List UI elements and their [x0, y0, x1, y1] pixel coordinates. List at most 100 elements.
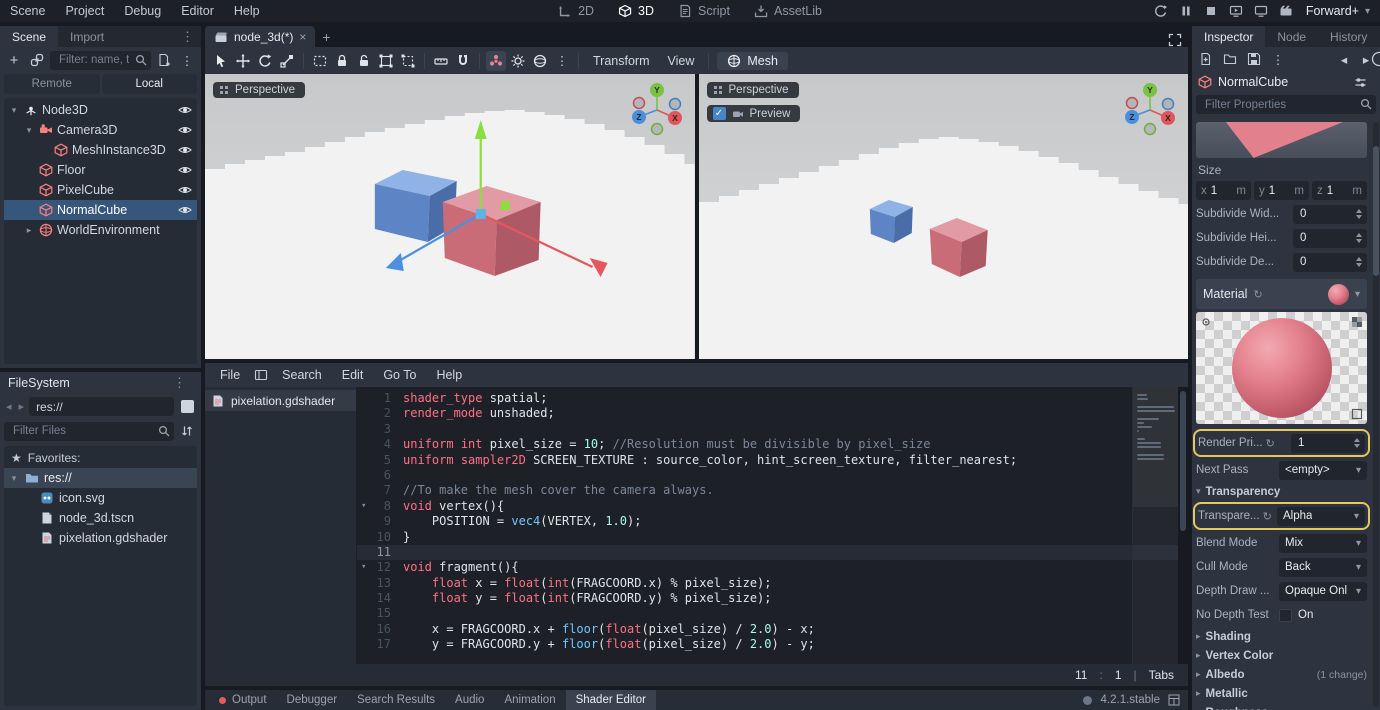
- tab-scene[interactable]: Scene: [0, 26, 59, 47]
- move-tool-icon[interactable]: [233, 51, 253, 71]
- bottom-tab-animation[interactable]: Animation: [494, 690, 565, 710]
- revert-icon[interactable]: ↻: [1253, 288, 1262, 301]
- blend-mode-dropdown[interactable]: Mix ▾: [1279, 533, 1367, 553]
- viewport-right[interactable]: Perspective ✓ Preview Y X Z: [698, 74, 1188, 359]
- file-item-pixelation-gdshader[interactable]: pixelation.gdshader: [4, 528, 197, 548]
- rotate-tool-icon[interactable]: [255, 51, 275, 71]
- selection-gizmo-icon[interactable]: [486, 50, 506, 71]
- scene-tree-options-icon[interactable]: ⋮: [177, 50, 197, 70]
- indent-mode[interactable]: Tabs: [1149, 668, 1174, 682]
- bottom-tab-shader-editor[interactable]: Shader Editor: [565, 690, 656, 710]
- code-line-10[interactable]: 10}: [357, 530, 1188, 545]
- depth-draw-dropdown[interactable]: Opaque Onl ▾: [1279, 581, 1367, 601]
- code-line-3[interactable]: 3: [357, 422, 1188, 437]
- path-breadcrumb[interactable]: res://: [29, 397, 174, 416]
- preview-quad-icon[interactable]: [1351, 408, 1363, 420]
- workspace-script-button[interactable]: Script: [667, 0, 741, 22]
- preview-light-icon[interactable]: [1200, 316, 1212, 328]
- code-scrollbar[interactable]: [1178, 387, 1188, 664]
- tab-inspector[interactable]: Inspector: [1192, 26, 1266, 47]
- ungroup-icon[interactable]: [398, 51, 418, 71]
- revert-icon[interactable]: ↻: [1263, 510, 1272, 523]
- menu-scene[interactable]: Scene: [0, 0, 55, 22]
- tab-history[interactable]: History: [1318, 26, 1379, 47]
- remote-button[interactable]: Remote: [4, 74, 100, 94]
- reload-icon[interactable]: [1152, 3, 1170, 19]
- code-line-5[interactable]: 5 uniform sampler2D SCREEN_TEXTURE : sour…: [357, 453, 1188, 468]
- code-line-13[interactable]: 13 float x = float(int(FRAGCOORD.x) % pi…: [357, 576, 1188, 591]
- shader-search-menu[interactable]: Search: [273, 363, 331, 387]
- viewport-left[interactable]: Perspective Y X Z: [205, 74, 695, 359]
- expander-down-icon[interactable]: ▾: [8, 473, 20, 484]
- group-icon[interactable]: [376, 51, 396, 71]
- tree-item-camera3d[interactable]: ▾ Camera3D: [4, 120, 197, 140]
- snap-magnet-icon[interactable]: [453, 51, 473, 71]
- bottom-tab-search-results[interactable]: Search Results: [347, 690, 445, 710]
- workspace-3d-button[interactable]: 3D: [607, 0, 665, 22]
- code-line-2[interactable]: 2 render_mode unshaded;: [357, 406, 1188, 421]
- code-line-11[interactable]: 11: [357, 544, 1188, 561]
- file-item-node-3d-tscn[interactable]: node_3d.tscn: [4, 508, 197, 528]
- local-button[interactable]: Local: [101, 74, 197, 94]
- code-line-15[interactable]: 15: [357, 606, 1188, 621]
- visibility-eye-icon[interactable]: [178, 123, 192, 137]
- size-x-field[interactable]: x 1 m: [1196, 181, 1251, 200]
- bottom-tab-audio[interactable]: Audio: [445, 690, 494, 710]
- expander-down-icon[interactable]: ▾: [23, 125, 35, 136]
- unlock-icon[interactable]: [354, 51, 374, 71]
- nav-back-icon[interactable]: ◂: [4, 400, 14, 413]
- section-roughness[interactable]: ▸Roughness: [1196, 704, 1367, 710]
- view-menu[interactable]: View: [660, 54, 703, 68]
- dock-layout-icon[interactable]: [1168, 694, 1180, 706]
- dock-options-icon[interactable]: ⋮: [174, 26, 201, 47]
- transpare-dropdown[interactable]: Alpha ▾: [1277, 506, 1365, 526]
- movie-maker-icon[interactable]: [1277, 3, 1295, 19]
- history-back-icon[interactable]: ◂: [1334, 49, 1354, 69]
- pause-icon[interactable]: [1177, 3, 1195, 19]
- scale-tool-icon[interactable]: [277, 51, 297, 71]
- subdivide-de-spinner[interactable]: 0: [1293, 252, 1367, 272]
- expander-down-icon[interactable]: ▾: [8, 105, 20, 116]
- expander-right-icon[interactable]: ▸: [23, 225, 35, 236]
- menu-project[interactable]: Project: [55, 0, 114, 22]
- nav-forward-icon[interactable]: ▸: [17, 400, 27, 413]
- next-pass-dropdown[interactable]: <empty> ▾: [1279, 460, 1367, 480]
- tree-item-normalcube[interactable]: NormalCube: [4, 200, 197, 220]
- viewport-extra-options-icon[interactable]: ⋮: [552, 51, 572, 71]
- lock-icon[interactable]: [332, 51, 352, 71]
- spinner-arrows-icon[interactable]: [1356, 257, 1362, 267]
- stop-icon[interactable]: [1202, 3, 1220, 19]
- preview-checkbox[interactable]: ✓: [712, 107, 726, 120]
- rect-select-tool-icon[interactable]: [310, 51, 330, 71]
- cull-mode-dropdown[interactable]: Back ▾: [1279, 557, 1367, 577]
- axis-gizmo[interactable]: Y X Z: [1122, 80, 1178, 136]
- bottom-tab-output[interactable]: Output: [209, 690, 277, 710]
- workspace-assetlib-button[interactable]: AssetLib: [743, 0, 833, 22]
- ruler-icon[interactable]: [431, 51, 451, 71]
- menu-debug[interactable]: Debug: [114, 0, 171, 22]
- spinner-arrows-icon[interactable]: [1356, 233, 1362, 243]
- menu-editor[interactable]: Editor: [171, 0, 224, 22]
- close-icon[interactable]: ×: [299, 30, 306, 44]
- shader-edit-menu[interactable]: Edit: [333, 363, 373, 387]
- play-remote-icon[interactable]: [1227, 3, 1245, 19]
- shader-goto-menu[interactable]: Go To: [374, 363, 425, 387]
- filesystem-options-icon[interactable]: ⋮: [166, 375, 193, 391]
- spinner-arrows-icon[interactable]: [1356, 209, 1362, 219]
- attach-script-icon[interactable]: [154, 50, 174, 70]
- section-transparency[interactable]: ▾ Transparency: [1196, 483, 1367, 500]
- code-minimap[interactable]: [1132, 387, 1178, 664]
- code-line-4[interactable]: 4 uniform int pixel_size = 10; //Resoluti…: [357, 437, 1188, 452]
- preview-sun-icon[interactable]: [508, 51, 528, 71]
- remote-debug-icon[interactable]: [1252, 3, 1270, 19]
- code-line-12[interactable]: ▾ 12 void fragment(){: [357, 560, 1188, 575]
- spinner-arrows-icon[interactable]: [1354, 438, 1360, 448]
- preview-environment-icon[interactable]: [530, 51, 550, 71]
- visibility-eye-icon[interactable]: [178, 163, 192, 177]
- code-line-14[interactable]: 14 float y = float(int(FRAGCOORD.y) % pi…: [357, 591, 1188, 606]
- code-editor[interactable]: 1 shader_type spatial; 2 render_mode unshad…: [357, 387, 1188, 664]
- code-line-17[interactable]: 17 y = FRAGCOORD.y + floor(float(pixel_s…: [357, 637, 1188, 652]
- select-tool-icon[interactable]: [211, 51, 231, 71]
- tree-item-floor[interactable]: Floor: [4, 160, 197, 180]
- section-vertex-color[interactable]: ▸ Vertex Color: [1196, 647, 1367, 664]
